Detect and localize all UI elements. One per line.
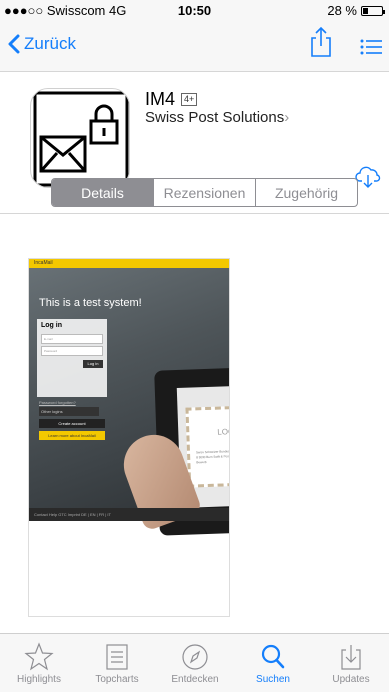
- tab-label: Highlights: [17, 674, 61, 685]
- developer-name: Swiss Post Solutions: [145, 109, 285, 126]
- app-title: IM4 4+: [145, 89, 198, 110]
- segment-rezensionen[interactable]: Rezensionen: [154, 179, 256, 206]
- download-icon: [341, 645, 361, 670]
- share-icon[interactable]: [309, 26, 333, 58]
- mail-lock-icon: [33, 91, 129, 187]
- tab-label: Entdecken: [171, 674, 219, 685]
- star-icon: [24, 642, 54, 671]
- other-logins-select: Other logins: [39, 407, 99, 416]
- status-bar: ●●●○○ Swisscom 4G 10:50 28 %: [0, 0, 389, 20]
- login-panel: Log in E-mail Password Log in: [37, 319, 107, 397]
- tab-label: Topcharts: [95, 674, 139, 685]
- segmented-control: Details Rezensionen Zugehörig: [51, 178, 358, 207]
- tab-bar: Highlights Topcharts Entdecken Suchen Up…: [0, 633, 389, 692]
- list-icon: [106, 644, 128, 670]
- app-icon: [30, 88, 130, 188]
- email-field: E-mail: [41, 334, 103, 344]
- chevron-left-icon: [8, 34, 20, 54]
- chevron-right-icon: ›: [284, 109, 290, 126]
- divider: [0, 213, 389, 214]
- tab-entdecken[interactable]: Entdecken: [156, 634, 234, 693]
- cloud-download-icon[interactable]: [355, 163, 381, 189]
- create-account-button: Create account: [39, 419, 105, 428]
- compass-icon: [182, 644, 208, 670]
- list-icon[interactable]: [360, 39, 382, 55]
- screenshot-tagline: This is a test system!: [39, 297, 142, 309]
- tab-suchen[interactable]: Suchen: [234, 634, 312, 693]
- learn-more-button: Learn more about IncaMail: [39, 431, 105, 440]
- battery-label: 28 %: [327, 3, 357, 18]
- screenshot-brand: IncaMail: [29, 259, 229, 268]
- screenshot-image: IncaMail This is a test system! LOGO Swi…: [29, 259, 230, 536]
- segment-zugehoerig[interactable]: Zugehörig: [256, 179, 357, 206]
- tab-highlights[interactable]: Highlights: [0, 634, 78, 693]
- screenshot-footer: Contact Help GTC Imprint DE | EN | FR | …: [29, 508, 229, 521]
- envelope-illustration: LOGO Swiss Schweizer Bundesstrasse 8 303…: [185, 405, 230, 488]
- password-field: Password: [41, 346, 103, 356]
- age-rating-badge: 4+: [181, 93, 198, 106]
- tab-label: Updates: [332, 674, 370, 685]
- tab-updates[interactable]: Updates: [312, 634, 389, 693]
- login-button: Log in: [83, 360, 103, 368]
- battery-icon: [361, 5, 385, 16]
- login-title: Log in: [41, 322, 62, 329]
- segment-details[interactable]: Details: [52, 179, 154, 206]
- developer-link[interactable]: Swiss Post Solutions›: [145, 109, 289, 126]
- tab-topcharts[interactable]: Topcharts: [78, 634, 156, 693]
- forgot-password-link: Password forgotten?: [39, 400, 76, 405]
- battery-indicator: 28 %: [327, 3, 385, 18]
- tab-label: Suchen: [256, 674, 290, 685]
- app-name: IM4: [145, 89, 176, 109]
- back-button[interactable]: Zurück: [8, 34, 76, 54]
- envelope-logo: LOGO: [217, 426, 230, 437]
- envelope-address: Swiss Schweizer Bundesstrasse 8 3030 Ber…: [195, 448, 230, 465]
- app-screenshot[interactable]: IncaMail This is a test system! LOGO Swi…: [28, 258, 230, 617]
- back-label: Zurück: [24, 34, 76, 53]
- navigation-bar: Zurück: [0, 20, 389, 72]
- search-icon: [261, 644, 285, 669]
